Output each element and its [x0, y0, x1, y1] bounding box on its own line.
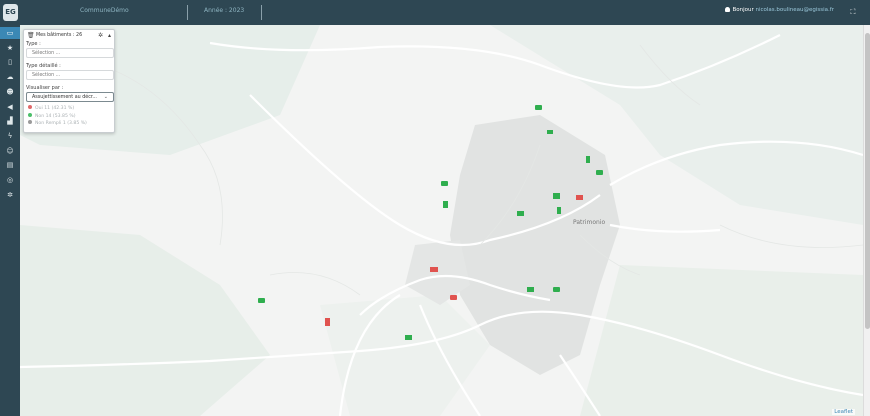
legend-dot: [28, 112, 32, 117]
user-greeting[interactable]: Bonjour nicolas.boulineau@egissia.fr: [725, 7, 834, 13]
scroll-thumb[interactable]: [865, 33, 870, 329]
document-icon[interactable]: ▯: [0, 56, 20, 68]
detail-type-label: Type détaillé :: [26, 63, 61, 69]
group-icon[interactable]: ☺: [0, 145, 20, 157]
visualize-value: Assujettissement au décr...: [32, 95, 97, 100]
sidebar: ▭ ★ ▯ ☁ ☻ ◀ ▟ ϟ ☺ ▤ ◎ ✲: [0, 25, 20, 416]
type-label: Type :: [26, 41, 41, 47]
cloud-icon[interactable]: ☁: [0, 71, 20, 83]
app-logo[interactable]: EG: [3, 4, 18, 21]
legend-item[interactable]: Non 14 (53.85 %): [28, 112, 76, 119]
map-view[interactable]: Patrimonio Leaflet: [20, 25, 863, 416]
legend-label: Oui 11 (42.31 %): [35, 106, 75, 111]
legend-label: Non 14 (53.85 %): [35, 113, 76, 119]
visualize-select[interactable]: Assujettissement au décr... ⌄: [26, 92, 114, 102]
type-select[interactable]: Sélection ...: [26, 48, 114, 58]
gear-icon[interactable]: ✲: [0, 189, 20, 201]
topbar-divider: [261, 5, 262, 20]
user-icon: [725, 7, 731, 12]
top-bar: EG CommuneDémo Année : 2023 Bonjour nico…: [0, 0, 870, 25]
target-icon[interactable]: ◎: [0, 174, 20, 186]
legend-dot: [28, 120, 32, 124]
greeting-text: Bonjour: [732, 7, 754, 13]
legend-label: Non Rempli 1 (3.85 %): [35, 121, 87, 126]
fullscreen-icon[interactable]: ⛶: [848, 7, 858, 17]
panel-header: 🗑 Mes bâtiments : 26 ✲ ▴: [27, 32, 113, 40]
map-icon[interactable]: ▭: [0, 27, 20, 39]
legend-item[interactable]: Oui 11 (42.31 %): [28, 105, 74, 111]
bolt-icon[interactable]: ϟ: [0, 130, 20, 142]
topbar-divider: [187, 5, 188, 20]
calendar-icon[interactable]: ▤: [0, 159, 20, 171]
page-scrollbar[interactable]: [863, 25, 870, 416]
legend-item[interactable]: Non Rempli 1 (3.85 %): [28, 120, 87, 126]
trash-icon[interactable]: 🗑: [27, 32, 35, 39]
legend-dot: [28, 105, 32, 109]
detail-type-select[interactable]: Sélection ...: [26, 70, 114, 80]
chevron-down-icon: ⌄: [103, 94, 108, 100]
panel-title: Mes bâtiments : 26: [36, 33, 83, 38]
year-selector[interactable]: Année : 2023: [204, 7, 244, 14]
chart-icon[interactable]: ▟: [0, 115, 20, 127]
user-email[interactable]: nicolas.boulineau@egissia.fr: [755, 7, 834, 13]
leaflet-attribution[interactable]: Leaflet: [832, 409, 855, 415]
visualize-label: Visualiser par :: [26, 85, 64, 91]
collapse-icon[interactable]: ▴: [108, 32, 111, 39]
map-canvas[interactable]: Patrimonio: [20, 25, 863, 416]
users-icon[interactable]: ☻: [0, 86, 20, 98]
buildings-panel: 🗑 Mes bâtiments : 26 ✲ ▴ Type : Sélectio…: [23, 29, 115, 133]
speaker-icon[interactable]: ◀: [0, 101, 20, 113]
commune-selector[interactable]: CommuneDémo: [80, 7, 129, 14]
star-icon[interactable]: ★: [0, 42, 20, 54]
place-label: Patrimonio: [573, 219, 605, 226]
gear-icon[interactable]: ✲: [98, 32, 103, 39]
